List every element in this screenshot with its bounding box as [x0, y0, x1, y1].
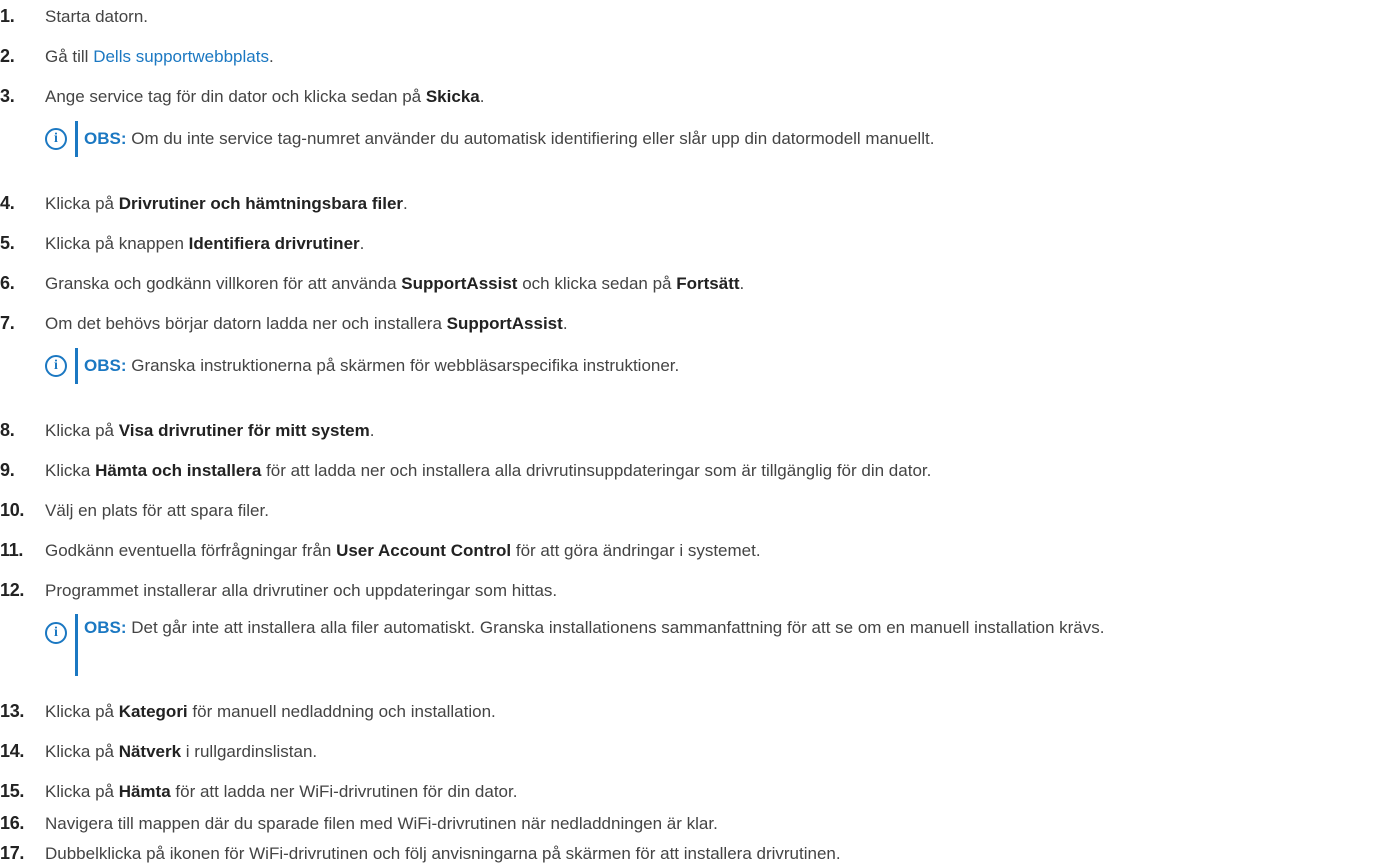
step-text: Granska och godkänn villkoren för att an… — [45, 274, 745, 293]
step-text: Starta datorn. — [45, 7, 149, 26]
step-14: 14. Klicka på Nätverk i rullgardinslista… — [0, 741, 1386, 763]
step-3: 3. Ange service tag för din dator och kl… — [0, 86, 1386, 108]
note-text: OBS: Om du inte service tag-numret använ… — [84, 129, 935, 148]
step-6: 6. Granska och godkänn villkoren för att… — [0, 273, 1386, 295]
step-7: 7. Om det behövs börjar datorn ladda ner… — [0, 313, 1386, 335]
step-4: 4. Klicka på Drivrutiner och hämtningsba… — [0, 193, 1386, 215]
dell-support-link[interactable]: Dells supportwebbplats — [93, 47, 269, 66]
note-text: OBS: Det går inte att installera alla fi… — [84, 618, 1105, 637]
note-2: i OBS: Granska instruktionerna på skärme… — [0, 344, 1386, 388]
step-12: 12. Programmet installerar alla drivruti… — [0, 580, 1386, 602]
step-text: Ange service tag för din dator och klick… — [45, 87, 485, 106]
step-number: 2. — [0, 46, 15, 66]
note-divider — [75, 348, 78, 384]
step-text: Gå till Dells supportwebbplats. — [45, 47, 274, 66]
note-text: OBS: Granska instruktionerna på skärmen … — [84, 356, 680, 375]
step-number: 4. — [0, 193, 15, 213]
step-number: 6. — [0, 273, 15, 293]
step-number: 9. — [0, 460, 15, 480]
step-text: Godkänn eventuella förfrågningar från Us… — [45, 541, 761, 560]
note-3: i OBS: Det går inte att installera alla … — [0, 610, 1386, 680]
step-text: Programmet installerar alla drivrutiner … — [45, 581, 558, 600]
step-9: 9. Klicka Hämta och installera för att l… — [0, 460, 1386, 482]
step-number: 7. — [0, 313, 15, 333]
step-text: Klicka på Kategori för manuell nedladdni… — [45, 702, 496, 721]
step-number: 11. — [0, 540, 24, 560]
step-number: 1. — [0, 6, 15, 26]
step-text: Klicka på Hämta för att ladda ner WiFi-d… — [45, 782, 518, 801]
step-8: 8. Klicka på Visa drivrutiner för mitt s… — [0, 420, 1386, 442]
step-number: 17. — [0, 843, 25, 863]
step-5: 5. Klicka på knappen Identifiera drivrut… — [0, 233, 1386, 255]
step-15: 15. Klicka på Hämta för att ladda ner Wi… — [0, 781, 1386, 803]
step-text: Om det behövs börjar datorn ladda ner oc… — [45, 314, 568, 333]
step-number: 3. — [0, 86, 15, 106]
note-divider — [75, 614, 78, 676]
step-number: 10. — [0, 500, 25, 520]
step-17: 17. Dubbelklicka på ikonen för WiFi-driv… — [0, 843, 1386, 865]
step-number: 15. — [0, 781, 25, 801]
info-icon: i — [45, 128, 67, 150]
step-11: 11. Godkänn eventuella förfrågningar frå… — [0, 540, 1386, 562]
info-icon: i — [45, 355, 67, 377]
note-divider — [75, 121, 78, 157]
step-number: 12. — [0, 580, 25, 600]
note-1: i OBS: Om du inte service tag-numret anv… — [0, 117, 1386, 161]
step-text: Navigera till mappen där du sparade file… — [45, 814, 718, 833]
step-number: 8. — [0, 420, 15, 440]
step-10: 10. Välj en plats för att spara filer. — [0, 500, 1386, 522]
step-text: Klicka Hämta och installera för att ladd… — [45, 461, 932, 480]
step-text: Klicka på knappen Identifiera drivrutine… — [45, 234, 365, 253]
step-1: 1. Starta datorn. — [0, 6, 1386, 28]
step-text: Välj en plats för att spara filer. — [45, 501, 269, 520]
step-text: Dubbelklicka på ikonen för WiFi-drivruti… — [45, 844, 841, 863]
step-text: Klicka på Nätverk i rullgardinslistan. — [45, 742, 318, 761]
step-number: 16. — [0, 813, 25, 833]
step-number: 13. — [0, 701, 25, 721]
step-13: 13. Klicka på Kategori för manuell nedla… — [0, 701, 1386, 723]
step-2: 2. Gå till Dells supportwebbplats. — [0, 46, 1386, 68]
step-text: Klicka på Drivrutiner och hämtningsbara … — [45, 194, 408, 213]
step-text: Klicka på Visa drivrutiner för mitt syst… — [45, 421, 375, 440]
step-number: 14. — [0, 741, 25, 761]
step-number: 5. — [0, 233, 15, 253]
info-icon: i — [45, 622, 67, 644]
step-16: 16. Navigera till mappen där du sparade … — [0, 813, 1386, 835]
